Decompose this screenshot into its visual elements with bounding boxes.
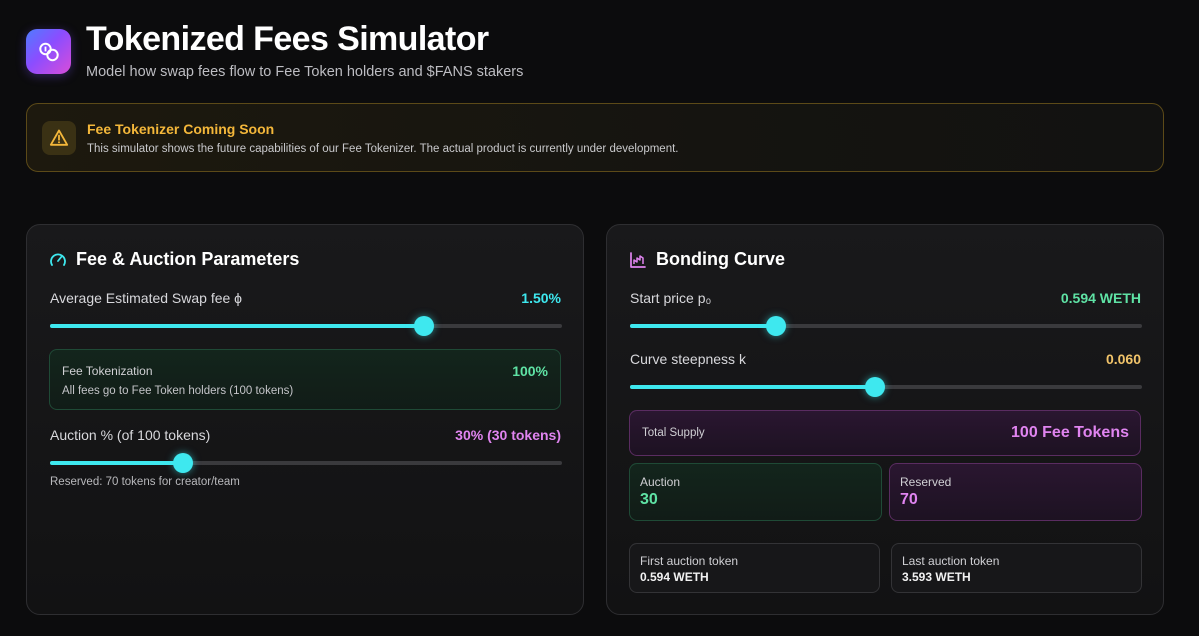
first-auction-token-label: First auction token <box>640 554 739 568</box>
auction-count-label: Auction <box>640 475 681 489</box>
swap-fee-slider-fill <box>50 324 424 328</box>
page-title: Tokenized Fees Simulator <box>86 20 489 58</box>
start-price-slider[interactable] <box>630 316 1142 336</box>
coins-icon <box>38 42 59 61</box>
swap-fee-value: 1.50% <box>521 290 561 306</box>
gauge-icon <box>50 253 66 266</box>
app-logo <box>26 29 71 74</box>
first-auction-token-box: First auction token 0.594 WETH <box>629 543 880 593</box>
banner-title: Fee Tokenizer Coming Soon <box>87 121 275 137</box>
curve-steepness-slider-fill <box>630 385 876 389</box>
fee-tokenization-description: All fees go to Fee Token holders (100 to… <box>62 385 294 397</box>
swap-fee-slider-thumb[interactable] <box>413 316 434 336</box>
auction-percent-slider-thumb[interactable] <box>172 453 193 473</box>
fee-auction-panel: Fee & Auction Parameters Average Estimat… <box>26 224 584 615</box>
reserved-count-box: Reserved 70 <box>889 463 1142 521</box>
auction-percent-label: Auction % (of 100 tokens) <box>50 427 211 443</box>
start-price-label: Start price p₀ <box>630 290 712 306</box>
start-price-value: 0.594 WETH <box>1060 290 1141 306</box>
swap-fee-label: Average Estimated Swap fee ϕ <box>50 290 243 306</box>
chart-icon <box>630 251 646 268</box>
curve-panel-title: Bonding Curve <box>656 249 785 269</box>
fee-panel-header: Fee & Auction Parameters <box>49 249 299 270</box>
last-auction-token-box: Last auction token 3.593 WETH <box>891 543 1142 593</box>
banner-icon-wrap <box>42 121 76 155</box>
curve-steepness-slider[interactable] <box>630 377 1142 397</box>
auction-percent-slider-fill <box>50 461 183 465</box>
auction-count-box: Auction 30 <box>629 463 882 521</box>
last-auction-token-label: Last auction token <box>902 554 1000 568</box>
fee-tokenization-title: Fee Tokenization <box>62 364 153 378</box>
curve-steepness-slider-thumb[interactable] <box>865 377 886 397</box>
reserved-note: Reserved: 70 tokens for creator/team <box>50 476 240 488</box>
reserved-count-label: Reserved <box>900 475 952 489</box>
auction-count-value: 30 <box>640 491 658 508</box>
first-auction-token-value: 0.594 WETH <box>640 570 709 584</box>
page-subtitle: Model how swap fees flow to Fee Token ho… <box>86 64 524 80</box>
total-supply-label: Total Supply <box>642 427 705 439</box>
warning-icon <box>49 129 69 146</box>
start-price-slider-fill <box>630 324 776 328</box>
auction-percent-slider[interactable] <box>50 453 562 473</box>
banner-text: This simulator shows the future capabili… <box>87 143 679 155</box>
bonding-curve-panel: Bonding Curve Start price p₀ 0.594 WETH … <box>606 224 1164 615</box>
coming-soon-banner: Fee Tokenizer Coming Soon This simulator… <box>26 103 1164 172</box>
total-supply-value: 100 Fee Tokens <box>1011 424 1129 441</box>
last-auction-token-value: 3.593 WETH <box>902 570 971 584</box>
start-price-slider-thumb[interactable] <box>765 316 786 336</box>
reserved-count-value: 70 <box>900 491 918 508</box>
curve-steepness-label: Curve steepness k <box>630 351 746 367</box>
auction-percent-value: 30% (30 tokens) <box>455 427 561 443</box>
fee-tokenization-value: 100% <box>512 363 548 379</box>
curve-panel-header: Bonding Curve <box>629 249 785 270</box>
curve-steepness-value: 0.060 <box>1105 351 1141 367</box>
fee-panel-title: Fee & Auction Parameters <box>76 249 300 269</box>
total-supply-box: Total Supply 100 Fee Tokens <box>629 410 1141 456</box>
swap-fee-slider[interactable] <box>50 316 562 336</box>
fee-tokenization-box: Fee Tokenization 100% All fees go to Fee… <box>49 349 561 410</box>
